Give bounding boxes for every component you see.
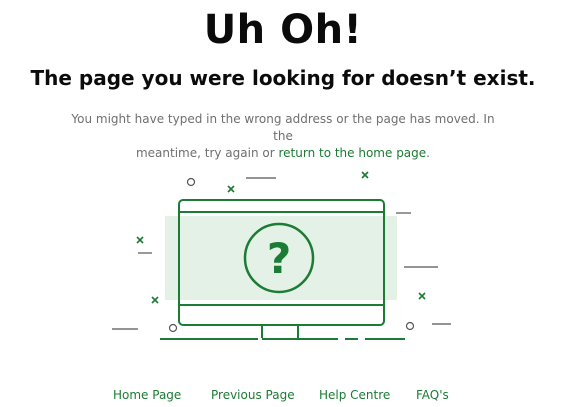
monitor-question-illustration: ? bbox=[112, 171, 451, 340]
decor-circle-bottom-left bbox=[168, 323, 178, 333]
error-message-line2-suffix: . bbox=[426, 146, 430, 160]
page-subtitle: The page you were looking for doesn’t ex… bbox=[30, 66, 536, 90]
error-message-line2-prefix: meantime, try again or bbox=[135, 146, 279, 160]
decor-cross-top-right bbox=[361, 171, 369, 179]
footer-nav: Home Page Previous Page Help Centre FAQ'… bbox=[0, 386, 566, 404]
decor-cross-left bbox=[136, 236, 144, 244]
footer-link-faqs[interactable]: FAQ's bbox=[416, 386, 449, 404]
footer-link-previous-page[interactable]: Previous Page bbox=[211, 386, 295, 404]
page-title: Uh Oh! bbox=[203, 7, 363, 53]
decor-cross-right bbox=[418, 292, 426, 300]
decor-cross-top bbox=[227, 185, 235, 193]
error-message-line1: You might have typed in the wrong addres… bbox=[71, 112, 495, 143]
question-mark-glyph: ? bbox=[267, 234, 291, 283]
decor-cross-bottom-left bbox=[151, 296, 159, 304]
footer-link-help-centre[interactable]: Help Centre bbox=[319, 386, 390, 404]
decor-circle-bottom-right bbox=[405, 321, 415, 331]
return-home-link[interactable]: return to the home page bbox=[278, 146, 426, 160]
decor-circle-top-left bbox=[186, 177, 196, 187]
footer-link-home-page[interactable]: Home Page bbox=[113, 386, 181, 404]
error-message: You might have typed in the wrong addres… bbox=[60, 111, 506, 162]
